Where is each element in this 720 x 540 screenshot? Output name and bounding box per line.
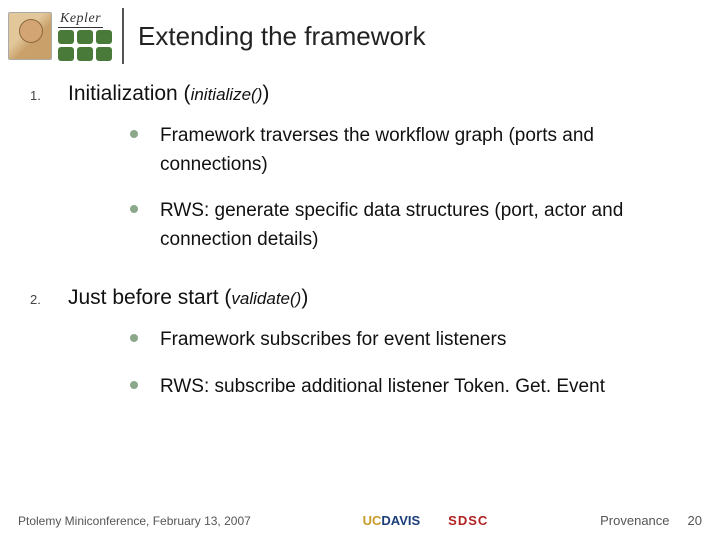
list-number: 1. <box>30 82 50 103</box>
bullet-icon <box>130 381 138 389</box>
footer-left-text: Ptolemy Miniconference, February 13, 200… <box>18 514 251 528</box>
bullet-icon <box>130 334 138 342</box>
list-heading: Just before start (validate()) <box>68 286 308 310</box>
heading-text: ) <box>262 82 269 105</box>
slide-header: Kepler Extending the framework <box>0 0 720 64</box>
footer-label: Provenance <box>600 513 669 528</box>
heading-code: initialize() <box>191 85 263 104</box>
kepler-blocks-icon <box>58 30 112 61</box>
bullet-icon <box>130 130 138 138</box>
list-heading: Initialization (initialize()) <box>68 82 269 106</box>
footer-logos: UCDAVIS SDSC <box>251 513 600 528</box>
bullet-list: Framework subscribes for event listeners… <box>30 316 696 433</box>
slide-content: 1. Initialization (initialize()) Framewo… <box>0 64 720 433</box>
ucdavis-prefix: UC <box>363 513 382 528</box>
bullet-text: Framework traverses the workflow graph (… <box>160 122 676 179</box>
list-item: 1. Initialization (initialize()) <box>30 82 696 106</box>
bullet-item: Framework subscribes for event listeners <box>130 326 676 355</box>
heading-code: validate() <box>231 289 301 308</box>
slide-footer: Ptolemy Miniconference, February 13, 200… <box>0 513 720 528</box>
bullet-text: RWS: generate specific data structures (… <box>160 197 676 254</box>
kepler-logo-text: Kepler <box>58 11 103 28</box>
bullet-item: RWS: generate specific data structures (… <box>130 197 676 254</box>
footer-right: Provenance 20 <box>600 513 702 528</box>
kepler-logo: Kepler <box>58 11 112 61</box>
list-item: 2. Just before start (validate()) <box>30 286 696 310</box>
list-number: 2. <box>30 286 50 307</box>
bullet-text: RWS: subscribe additional listener Token… <box>160 373 605 402</box>
bullet-item: Framework traverses the workflow graph (… <box>130 122 676 179</box>
slide-title: Extending the framework <box>138 21 426 52</box>
bullet-icon <box>130 205 138 213</box>
portrait-image <box>8 12 52 60</box>
bullet-list: Framework traverses the workflow graph (… <box>30 112 696 286</box>
bullet-text: Framework subscribes for event listeners <box>160 326 506 355</box>
heading-text: ) <box>301 286 308 309</box>
heading-text: Initialization ( <box>68 82 191 105</box>
bullet-item: RWS: subscribe additional listener Token… <box>130 373 676 402</box>
divider <box>122 8 124 64</box>
sdsc-logo: SDSC <box>448 513 488 528</box>
ucdavis-suffix: DAVIS <box>381 513 420 528</box>
page-number: 20 <box>688 513 702 528</box>
heading-text: Just before start ( <box>68 286 231 309</box>
ucdavis-logo: UCDAVIS <box>363 513 421 528</box>
